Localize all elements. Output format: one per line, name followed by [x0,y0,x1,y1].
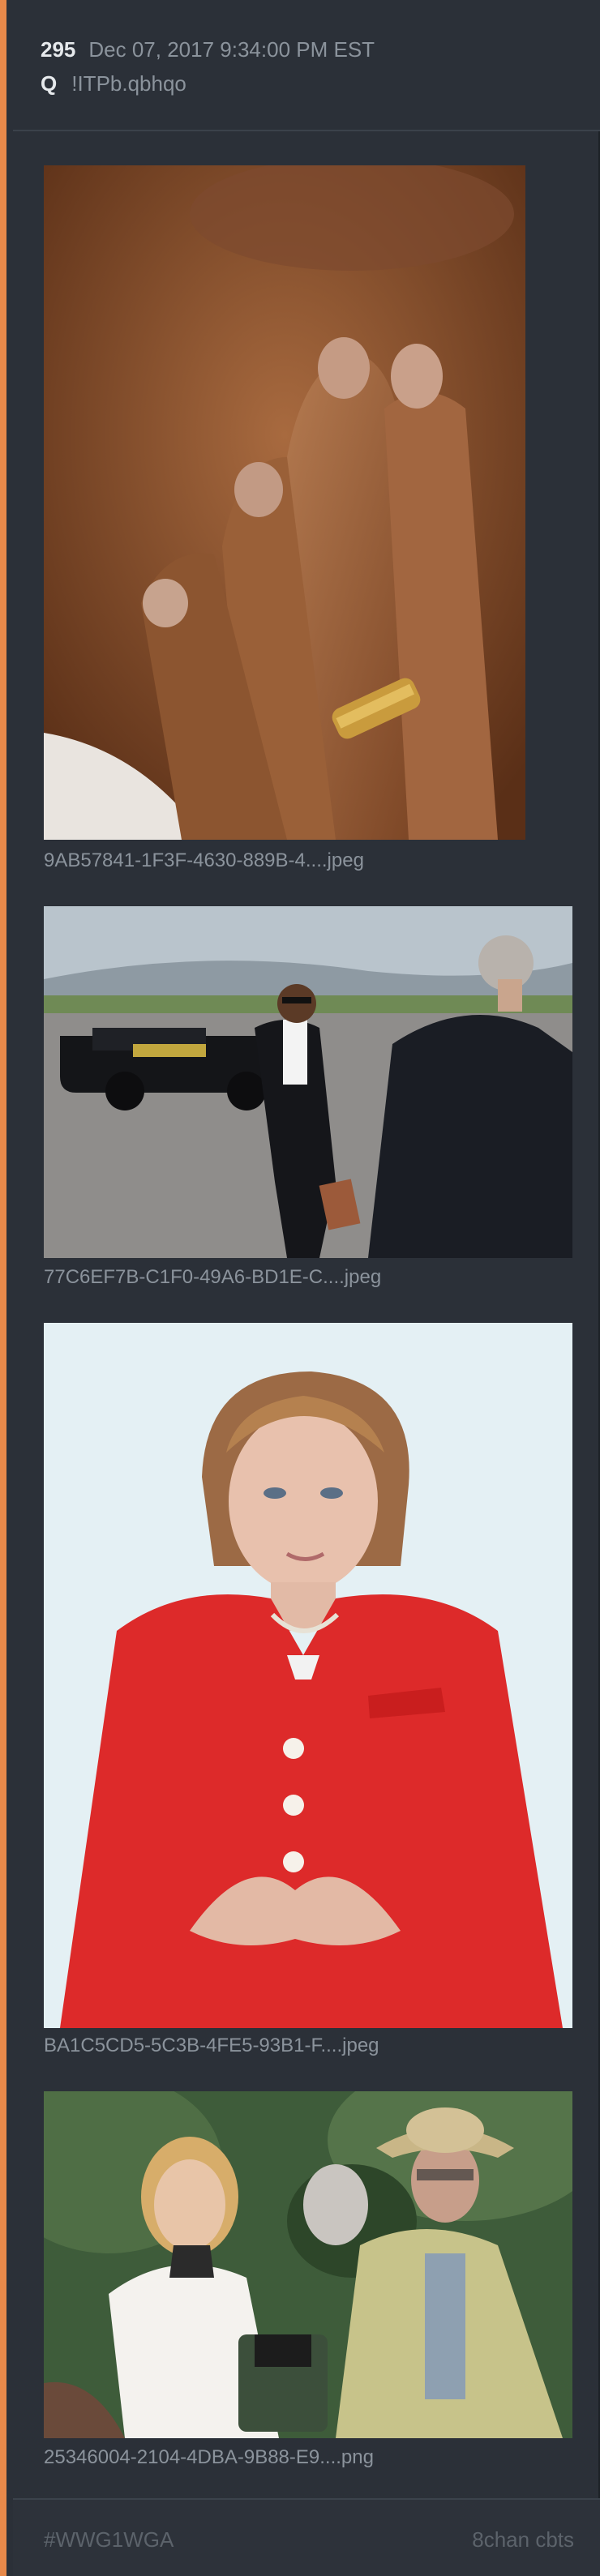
attachment-filename-1[interactable]: 9AB57841-1F3F-4630-889B-4....jpeg [44,849,364,872]
source-label: 8chan cbts [472,2527,574,2552]
attachment-filename-3[interactable]: BA1C5CD5-5C3B-4FE5-93B1-F....jpeg [44,2035,379,2057]
post-timestamp: Dec 07, 2017 9:34:00 PM EST [88,37,375,62]
attachment-image-4[interactable] [44,2091,572,2438]
attachment-image-3[interactable] [44,1323,572,2028]
tripcode: !ITPb.qbhqo [71,71,186,96]
attachment-image-1[interactable] [44,165,525,840]
tarmac-photo [44,906,572,1258]
hand-photo [44,165,525,840]
attachment-filename-4[interactable]: 25346004-2104-4DBA-9B88-E9....png [44,2446,374,2469]
outdoor-photo [44,2091,572,2438]
attachment-image-2[interactable] [44,906,572,1258]
post-number[interactable]: 295 [41,37,75,62]
post-header: 295 Dec 07, 2017 9:34:00 PM EST Q !ITPb.qb… [13,0,600,131]
post-meta-line: 295 Dec 07, 2017 9:34:00 PM EST [41,37,375,62]
post-card: 295 Dec 07, 2017 9:34:00 PM EST Q !ITPb.qb… [0,0,600,2576]
hashtag-link[interactable]: #WWG1WGA [44,2527,174,2552]
attachment-filename-2[interactable]: 77C6EF7B-C1F0-49A6-BD1E-C....jpeg [44,1266,381,1289]
author-label: Q [41,71,58,96]
post-author-line: Q !ITPb.qbhqo [41,71,186,96]
portrait-photo [44,1323,572,2028]
post-footer: #WWG1WGA 8chan cbts [13,2498,600,2576]
